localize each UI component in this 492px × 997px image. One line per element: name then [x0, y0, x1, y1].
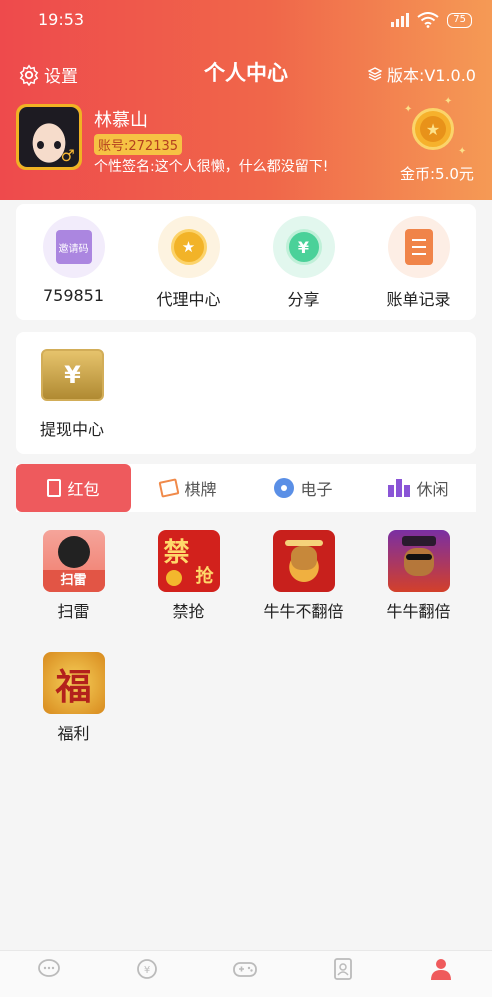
tab-label: 红包 [67, 480, 100, 499]
nav-profile[interactable] [392, 957, 490, 985]
game-label: 扫雷 [57, 602, 90, 621]
game-item-bull-double[interactable]: 牛牛翻倍 [361, 530, 476, 622]
person-icon [431, 959, 451, 980]
bill-record-item[interactable]: 账单记录 [361, 216, 476, 310]
agent-center-item[interactable]: ★ 代理中心 [131, 216, 246, 310]
page-title: 个人中心 [204, 61, 288, 85]
yen-wallet-icon: ¥ [137, 959, 157, 979]
tab-label: 棋牌 [184, 480, 217, 499]
share-label: 分享 [287, 290, 320, 309]
sparkle-icon: ✦ [404, 104, 413, 115]
gear-icon [19, 64, 39, 86]
wheel-icon [274, 478, 295, 498]
invite-code-item[interactable]: 邀请码 759851 [16, 216, 131, 305]
layers-icon [367, 67, 382, 81]
bill-record-label: 账单记录 [386, 290, 451, 309]
no-grab-game-icon: 禁 抢 [157, 530, 220, 592]
bottom-navigation: ¥ [0, 950, 492, 997]
game-label: 牛牛不翻倍 [263, 602, 344, 621]
share-item[interactable]: ¥ 分享 [246, 216, 361, 310]
profile-header: 19:53 75 设置 个人中心 版本:V1.0.0 ♂ 林慕山 账号:2721… [0, 0, 492, 200]
bull-game-icon [272, 530, 335, 592]
invite-code-icon: 邀请码 [42, 216, 105, 278]
share-yen-icon: ¥ [272, 216, 335, 278]
avatar[interactable]: ♂ [16, 104, 82, 170]
tab-leisure[interactable]: 休闲 [361, 464, 476, 512]
gamepad-icon [233, 962, 257, 977]
battery-icon: 75 [447, 12, 472, 28]
game-item-minesweeper[interactable]: 扫雷 扫雷 [16, 530, 131, 622]
status-time: 19:53 [38, 10, 85, 29]
tab-red-envelope[interactable]: 红包 [16, 464, 131, 512]
withdraw-center-label[interactable]: 提现中心 [40, 416, 104, 440]
svg-text:¥: ¥ [144, 965, 150, 976]
account-id-badge: 账号:272135 [94, 134, 183, 155]
red-envelope-icon [47, 479, 62, 497]
version-label: 版本:V1.0.0 [386, 66, 476, 85]
withdraw-card: ¥ 提现中心 [16, 332, 476, 454]
withdraw-yen-icon[interactable]: ¥ [41, 349, 104, 401]
sparkle-icon: ✦ [444, 96, 453, 107]
settings-button[interactable]: 设置 [18, 62, 78, 87]
nav-games[interactable] [196, 957, 294, 985]
game-item-bull-no-double[interactable]: 牛牛不翻倍 [246, 530, 361, 622]
nav-contacts[interactable] [294, 957, 392, 985]
bill-record-icon [387, 216, 450, 278]
agent-center-label: 代理中心 [156, 290, 221, 309]
playing-cards-icon [159, 478, 180, 498]
welfare-game-icon: 福 [42, 652, 105, 714]
tab-label: 休闲 [416, 480, 449, 499]
game-item-welfare[interactable]: 福 福利 [16, 652, 131, 744]
gold-coin-icon: ★ [412, 108, 454, 150]
invite-code-label: 759851 [42, 286, 105, 305]
gender-male-icon: ♂ [60, 146, 75, 165]
contacts-icon [334, 958, 352, 980]
signal-icon [391, 13, 410, 27]
chat-icon [38, 959, 60, 977]
status-icons: 75 [391, 12, 472, 28]
status-bar: 19:53 75 [0, 0, 492, 42]
crown-icon [388, 479, 411, 497]
tab-chess-cards[interactable]: 棋牌 [131, 464, 246, 512]
wifi-icon [417, 12, 439, 28]
user-name: 林慕山 [94, 110, 148, 131]
nav-chat[interactable] [0, 957, 98, 985]
quick-actions-card: 邀请码 759851 ★ 代理中心 ¥ 分享 账单记录 [16, 204, 476, 320]
version-info[interactable]: 版本:V1.0.0 [367, 62, 476, 86]
agent-badge-icon: ★ [157, 216, 220, 278]
gold-balance: 金币:5.0元 [400, 165, 474, 183]
settings-label: 设置 [44, 67, 78, 87]
game-label: 牛牛翻倍 [386, 602, 451, 621]
game-label: 福利 [57, 724, 90, 743]
tab-electronic[interactable]: 电子 [246, 464, 361, 512]
nav-wallet[interactable]: ¥ [98, 957, 196, 985]
minesweeper-game-icon: 扫雷 [42, 530, 105, 592]
signature-text: 个性签名:这个人很懒，什么都没留下! [94, 159, 329, 175]
tab-label: 电子 [300, 480, 333, 499]
game-item-no-grab[interactable]: 禁 抢 禁抢 [131, 530, 246, 622]
bull-double-game-icon [387, 530, 450, 592]
game-category-tabs: 红包 棋牌 电子 休闲 [16, 464, 476, 512]
sparkle-icon: ✦ [458, 146, 467, 157]
game-label: 禁抢 [172, 602, 205, 621]
